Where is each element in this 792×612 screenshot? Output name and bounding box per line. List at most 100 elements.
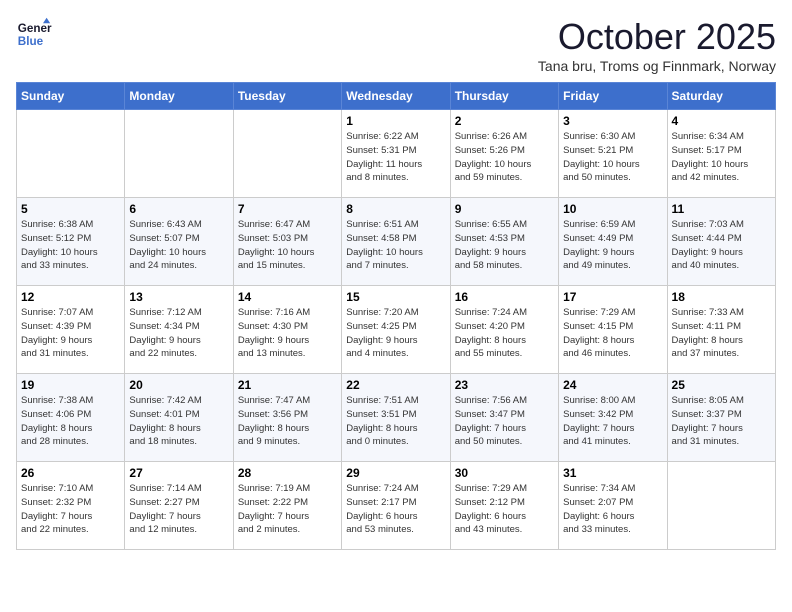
day-number: 2: [455, 114, 554, 128]
title-section: October 2025 Tana bru, Troms og Finnmark…: [538, 16, 776, 74]
calendar-cell: 23 Sunrise: 7:56 AM Sunset: 3:47 PM Dayli…: [450, 374, 558, 462]
day-info: Sunrise: 7:10 AM Sunset: 2:32 PM Dayligh…: [21, 482, 120, 537]
day-number: 12: [21, 290, 120, 304]
day-number: 1: [346, 114, 445, 128]
week-row-4: 19 Sunrise: 7:38 AM Sunset: 4:06 PM Dayli…: [17, 374, 776, 462]
calendar-cell: 20 Sunrise: 7:42 AM Sunset: 4:01 PM Dayli…: [125, 374, 233, 462]
day-info: Sunrise: 7:12 AM Sunset: 4:34 PM Dayligh…: [129, 306, 228, 361]
day-info: Sunrise: 6:43 AM Sunset: 5:07 PM Dayligh…: [129, 218, 228, 273]
day-number: 25: [672, 378, 771, 392]
day-info: Sunrise: 7:47 AM Sunset: 3:56 PM Dayligh…: [238, 394, 337, 449]
day-info: Sunrise: 7:07 AM Sunset: 4:39 PM Dayligh…: [21, 306, 120, 361]
calendar-cell: 28 Sunrise: 7:19 AM Sunset: 2:22 PM Dayli…: [233, 462, 341, 550]
day-info: Sunrise: 6:30 AM Sunset: 5:21 PM Dayligh…: [563, 130, 662, 185]
calendar-header-row: SundayMondayTuesdayWednesdayThursdayFrid…: [17, 83, 776, 110]
day-info: Sunrise: 7:24 AM Sunset: 4:20 PM Dayligh…: [455, 306, 554, 361]
calendar-table: SundayMondayTuesdayWednesdayThursdayFrid…: [16, 82, 776, 550]
calendar-cell: 5 Sunrise: 6:38 AM Sunset: 5:12 PM Daylig…: [17, 198, 125, 286]
day-info: Sunrise: 7:20 AM Sunset: 4:25 PM Dayligh…: [346, 306, 445, 361]
day-info: Sunrise: 7:38 AM Sunset: 4:06 PM Dayligh…: [21, 394, 120, 449]
day-info: Sunrise: 7:34 AM Sunset: 2:07 PM Dayligh…: [563, 482, 662, 537]
day-number: 22: [346, 378, 445, 392]
day-number: 24: [563, 378, 662, 392]
day-number: 27: [129, 466, 228, 480]
day-number: 18: [672, 290, 771, 304]
column-header-thursday: Thursday: [450, 83, 558, 110]
calendar-cell: 26 Sunrise: 7:10 AM Sunset: 2:32 PM Dayli…: [17, 462, 125, 550]
day-info: Sunrise: 7:51 AM Sunset: 3:51 PM Dayligh…: [346, 394, 445, 449]
day-number: 7: [238, 202, 337, 216]
calendar-cell: 12 Sunrise: 7:07 AM Sunset: 4:39 PM Dayli…: [17, 286, 125, 374]
day-number: 21: [238, 378, 337, 392]
column-header-tuesday: Tuesday: [233, 83, 341, 110]
calendar-cell: 21 Sunrise: 7:47 AM Sunset: 3:56 PM Dayli…: [233, 374, 341, 462]
day-number: 26: [21, 466, 120, 480]
day-info: Sunrise: 6:51 AM Sunset: 4:58 PM Dayligh…: [346, 218, 445, 273]
day-info: Sunrise: 8:00 AM Sunset: 3:42 PM Dayligh…: [563, 394, 662, 449]
calendar-cell: 24 Sunrise: 8:00 AM Sunset: 3:42 PM Dayli…: [559, 374, 667, 462]
day-info: Sunrise: 6:55 AM Sunset: 4:53 PM Dayligh…: [455, 218, 554, 273]
day-number: 14: [238, 290, 337, 304]
calendar-cell: 8 Sunrise: 6:51 AM Sunset: 4:58 PM Daylig…: [342, 198, 450, 286]
day-number: 19: [21, 378, 120, 392]
calendar-cell: 2 Sunrise: 6:26 AM Sunset: 5:26 PM Daylig…: [450, 110, 558, 198]
page-header: General Blue October 2025 Tana bru, Trom…: [16, 16, 776, 74]
week-row-5: 26 Sunrise: 7:10 AM Sunset: 2:32 PM Dayli…: [17, 462, 776, 550]
day-info: Sunrise: 6:38 AM Sunset: 5:12 PM Dayligh…: [21, 218, 120, 273]
day-number: 6: [129, 202, 228, 216]
day-number: 29: [346, 466, 445, 480]
day-number: 16: [455, 290, 554, 304]
calendar-cell: [125, 110, 233, 198]
calendar-cell: 30Sunrise: 7:29 AM Sunset: 2:12 PM Dayli…: [450, 462, 558, 550]
day-number: 9: [455, 202, 554, 216]
day-number: 8: [346, 202, 445, 216]
day-number: 3: [563, 114, 662, 128]
calendar-cell: 22 Sunrise: 7:51 AM Sunset: 3:51 PM Dayli…: [342, 374, 450, 462]
day-number: 4: [672, 114, 771, 128]
logo: General Blue: [16, 16, 52, 52]
calendar-cell: 3 Sunrise: 6:30 AM Sunset: 5:21 PM Daylig…: [559, 110, 667, 198]
day-info: Sunrise: 6:26 AM Sunset: 5:26 PM Dayligh…: [455, 130, 554, 185]
calendar-cell: [233, 110, 341, 198]
day-number: 20: [129, 378, 228, 392]
day-number: 11: [672, 202, 771, 216]
day-info: Sunrise: 7:16 AM Sunset: 4:30 PM Dayligh…: [238, 306, 337, 361]
calendar-cell: 13 Sunrise: 7:12 AM Sunset: 4:34 PM Dayli…: [125, 286, 233, 374]
day-info: Sunrise: 6:47 AM Sunset: 5:03 PM Dayligh…: [238, 218, 337, 273]
week-row-2: 5 Sunrise: 6:38 AM Sunset: 5:12 PM Daylig…: [17, 198, 776, 286]
day-info: Sunrise: 8:05 AM Sunset: 3:37 PM Dayligh…: [672, 394, 771, 449]
day-number: 10: [563, 202, 662, 216]
calendar-cell: 27Sunrise: 7:14 AM Sunset: 2:27 PM Dayli…: [125, 462, 233, 550]
calendar-cell: 14 Sunrise: 7:16 AM Sunset: 4:30 PM Dayli…: [233, 286, 341, 374]
day-number: 31: [563, 466, 662, 480]
calendar-cell: 4Sunrise: 6:34 AM Sunset: 5:17 PM Daylig…: [667, 110, 775, 198]
calendar-cell: 6 Sunrise: 6:43 AM Sunset: 5:07 PM Daylig…: [125, 198, 233, 286]
day-number: 28: [238, 466, 337, 480]
calendar-cell: 25 Sunrise: 8:05 AM Sunset: 3:37 PM Dayli…: [667, 374, 775, 462]
location-subtitle: Tana bru, Troms og Finnmark, Norway: [538, 58, 776, 74]
calendar-cell: 15Sunrise: 7:20 AM Sunset: 4:25 PM Dayli…: [342, 286, 450, 374]
calendar-cell: 17Sunrise: 7:29 AM Sunset: 4:15 PM Dayli…: [559, 286, 667, 374]
day-number: 13: [129, 290, 228, 304]
day-number: 5: [21, 202, 120, 216]
day-info: Sunrise: 7:42 AM Sunset: 4:01 PM Dayligh…: [129, 394, 228, 449]
day-info: Sunrise: 7:29 AM Sunset: 2:12 PM Dayligh…: [455, 482, 554, 537]
calendar-cell: 18 Sunrise: 7:33 AM Sunset: 4:11 PM Dayli…: [667, 286, 775, 374]
calendar-cell: [17, 110, 125, 198]
column-header-friday: Friday: [559, 83, 667, 110]
day-number: 23: [455, 378, 554, 392]
calendar-cell: 19 Sunrise: 7:38 AM Sunset: 4:06 PM Dayli…: [17, 374, 125, 462]
day-info: Sunrise: 7:19 AM Sunset: 2:22 PM Dayligh…: [238, 482, 337, 537]
calendar-cell: 29Sunrise: 7:24 AM Sunset: 2:17 PM Dayli…: [342, 462, 450, 550]
day-info: Sunrise: 7:56 AM Sunset: 3:47 PM Dayligh…: [455, 394, 554, 449]
day-info: Sunrise: 7:33 AM Sunset: 4:11 PM Dayligh…: [672, 306, 771, 361]
calendar-cell: 11 Sunrise: 7:03 AM Sunset: 4:44 PM Dayli…: [667, 198, 775, 286]
logo-icon: General Blue: [16, 16, 52, 52]
svg-text:Blue: Blue: [18, 35, 44, 48]
column-header-monday: Monday: [125, 83, 233, 110]
calendar-cell: 10Sunrise: 6:59 AM Sunset: 4:49 PM Dayli…: [559, 198, 667, 286]
calendar-cell: 7 Sunrise: 6:47 AM Sunset: 5:03 PM Daylig…: [233, 198, 341, 286]
column-header-sunday: Sunday: [17, 83, 125, 110]
calendar-cell: 31 Sunrise: 7:34 AM Sunset: 2:07 PM Dayli…: [559, 462, 667, 550]
day-info: Sunrise: 7:03 AM Sunset: 4:44 PM Dayligh…: [672, 218, 771, 273]
